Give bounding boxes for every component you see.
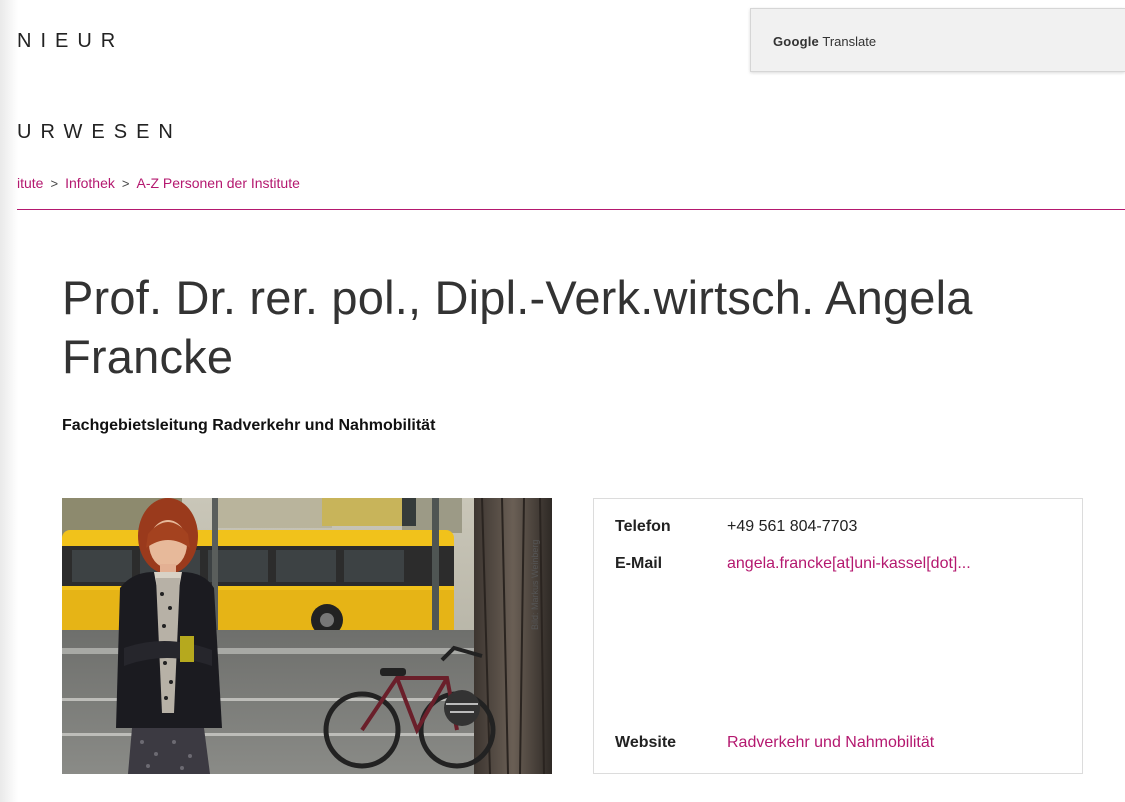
contact-card: Telefon +49 561 804-7703 E-Mail angela.f… [593,498,1083,774]
person-position: Fachgebietsleitung Radverkehr und Nahmob… [62,417,436,434]
breadcrumb-separator: > [121,176,130,191]
breadcrumb-separator: > [50,176,59,191]
phone-label: Telefon [615,518,671,535]
google-translate-widget[interactable]: Google Translate [750,8,1125,72]
website-label: Website [615,734,677,751]
email-label: E-Mail [615,555,663,572]
email-link[interactable]: angela.francke[at]uni-kassel[dot]... [727,555,971,573]
breadcrumb-item-institute[interactable]: itute [17,175,43,191]
person-photo [62,498,552,774]
breadcrumb: itute > Infothek > A-Z Personen der Institut… [17,175,300,191]
google-translate-label: Google Translate [773,34,876,49]
breadcrumb-item-a-z-persons[interactable]: A-Z Personen der Institute [136,175,299,191]
website-link[interactable]: Radverkehr und Nahmobilität [727,734,934,752]
faculty-name-line-1: NIEUR [17,30,125,52]
phone-value: +49 561 804-7703 [727,518,858,535]
breadcrumb-item-infothek[interactable]: Infothek [65,175,115,191]
page-title: Prof. Dr. rer. pol., Dipl.-Verk.wirtsch.… [62,271,973,383]
google-translate-brand: Google [773,34,819,49]
page: NIEUR URWESEN Google Translate itute > Inf… [0,0,1125,802]
faculty-name-line-2: URWESEN [17,121,182,143]
header-divider [17,209,1125,210]
left-shadow [0,0,18,802]
person-photo-image [62,498,552,774]
photo-credit: Bild: Markus Weinberg [530,539,540,630]
google-translate-text: Translate [822,34,877,49]
